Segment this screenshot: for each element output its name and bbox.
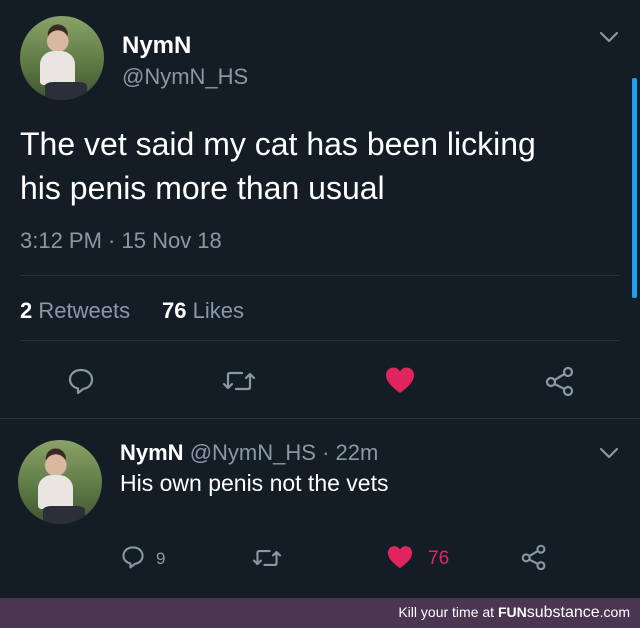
reply-display-name: NymN [120,440,184,465]
watermark-prefix: Kill your time at [398,604,498,620]
reply-share-icon[interactable] [520,544,548,570]
share-icon[interactable] [544,366,576,396]
tweet-timestamp[interactable]: 3:12 PM · 15 Nov 18 [20,228,222,254]
tweet-text-line-2: his penis more than usual [20,170,385,206]
watermark-brand-a: FUN [497,604,527,620]
reply-like-count: 76 [428,548,450,569]
likes-count: 76 [162,298,187,323]
avatar[interactable] [20,16,104,100]
reply-chevron-down-icon[interactable] [598,446,620,460]
reply-icon[interactable] [66,366,96,396]
reply-retweet-icon[interactable] [252,545,282,571]
reply-text: His own penis not the vets [120,470,389,496]
watermark-footer: Kill your time at FUNsubstance.com [0,598,640,628]
scrollbar[interactable] [632,78,637,298]
reply-handle: @NymN_HS [189,440,316,465]
chevron-down-icon[interactable] [598,30,620,44]
display-name[interactable]: NymN [122,32,191,60]
retweets-label: Retweets [38,298,131,323]
watermark-text: Kill your time at FUNsubstance.com [398,604,630,622]
watermark-suffix: .com [599,604,630,620]
tweet-text-line-1: The vet said my cat has been licking [20,126,536,162]
reply-heart-icon[interactable] [386,544,414,570]
watermark-brand-b: substance [526,604,600,621]
reply-reply-icon[interactable] [120,544,146,570]
user-handle[interactable]: @NymN_HS [122,64,248,90]
likes-label: Likes [192,298,244,323]
heart-icon[interactable] [384,365,416,395]
retweet-icon[interactable] [222,366,256,396]
reply-header[interactable]: NymN @NymN_HS · 22m [120,440,378,466]
retweets-stat[interactable]: 2 Retweets [20,298,130,324]
reply-count: 9 [156,549,166,568]
likes-stat[interactable]: 76 Likes [162,298,244,324]
retweets-count: 2 [20,298,33,323]
reply-time: · 22m [322,440,379,465]
reply-avatar[interactable] [18,440,102,524]
